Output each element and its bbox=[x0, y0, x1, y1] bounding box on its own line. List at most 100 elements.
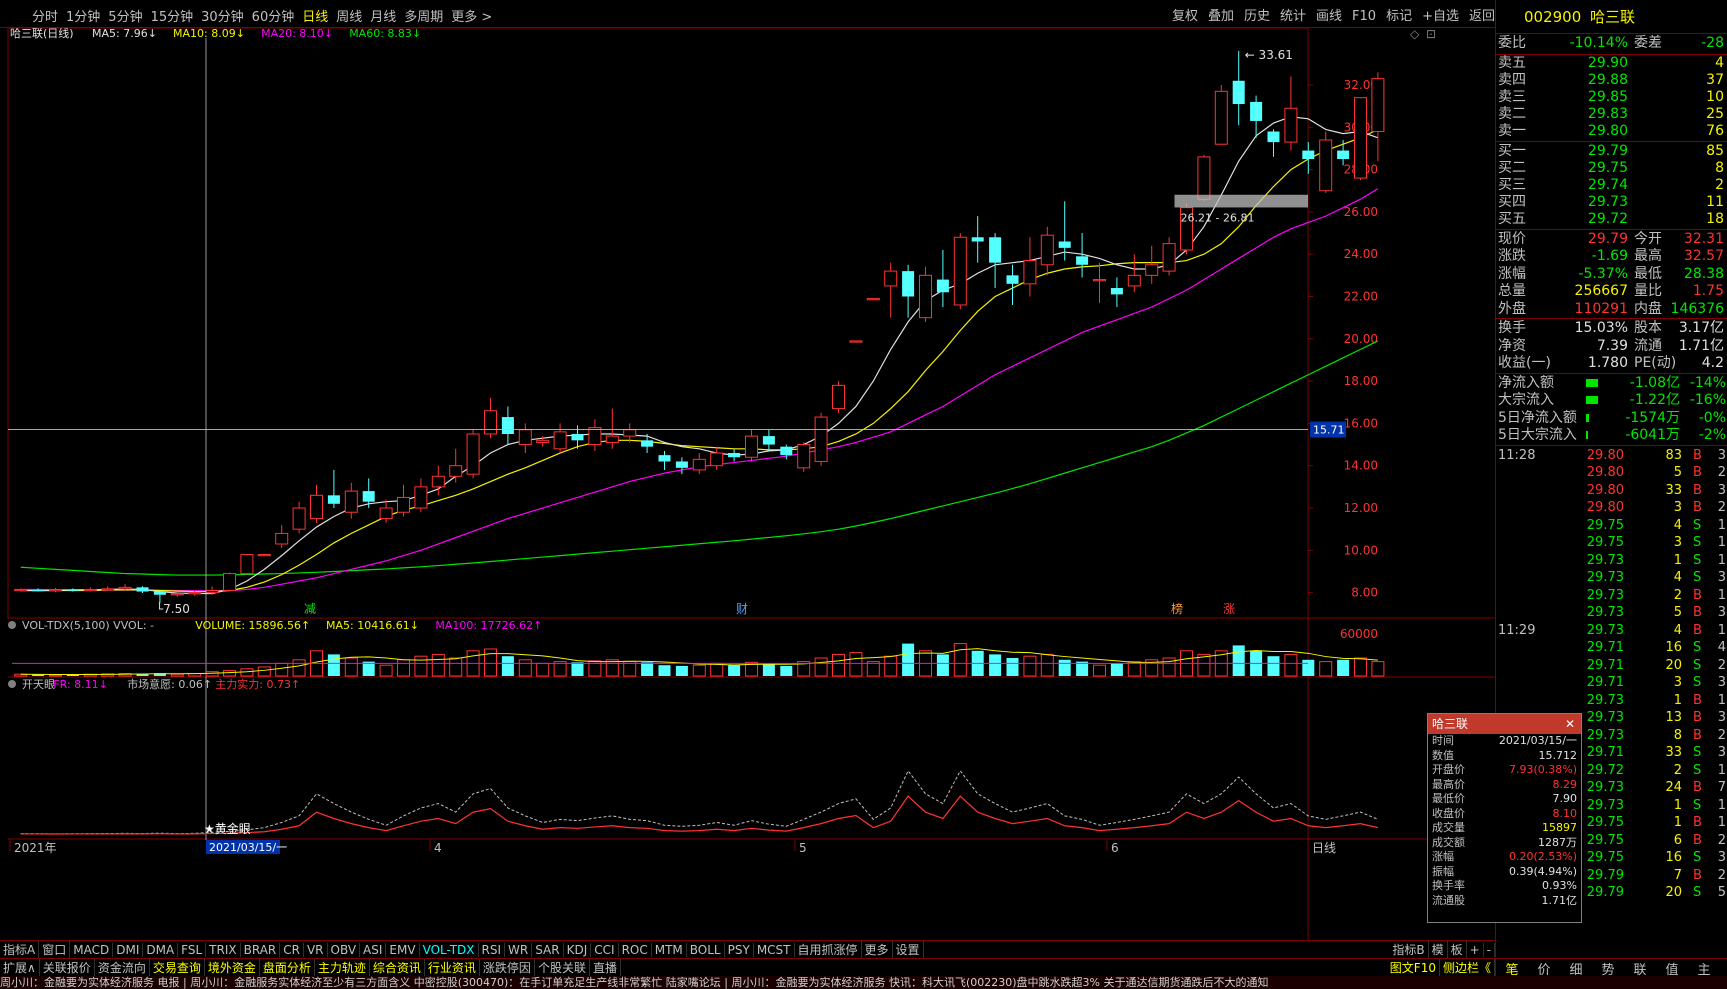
candle[interactable] bbox=[344, 482, 358, 519]
candle[interactable] bbox=[1127, 254, 1141, 293]
timeframe-tab[interactable]: 60分钟 bbox=[252, 6, 295, 25]
tool-button[interactable]: +自选 bbox=[1422, 9, 1459, 24]
candle[interactable] bbox=[1284, 76, 1298, 151]
candle[interactable] bbox=[83, 587, 97, 592]
candle[interactable] bbox=[902, 264, 915, 318]
right-tab[interactable]: 值 bbox=[1656, 959, 1688, 978]
indicator-tab[interactable]: KDJ bbox=[564, 943, 592, 957]
indicator-tab[interactable]: ASI bbox=[360, 943, 387, 957]
candle[interactable] bbox=[1006, 264, 1019, 305]
indicator-tab[interactable]: WR bbox=[505, 943, 533, 957]
timeframe-tab[interactable]: 15分钟 bbox=[151, 6, 194, 25]
timeframe-tab[interactable]: 1分钟 bbox=[66, 6, 100, 25]
candle[interactable] bbox=[953, 233, 967, 310]
candle[interactable] bbox=[1302, 142, 1315, 174]
candle[interactable] bbox=[484, 398, 497, 439]
candle[interactable] bbox=[919, 266, 932, 322]
candle[interactable] bbox=[101, 586, 115, 591]
sell-level[interactable]: 卖二 29.83 25 bbox=[1496, 105, 1727, 124]
candle[interactable] bbox=[501, 406, 514, 445]
indicator-tab[interactable]: CCI bbox=[591, 943, 619, 957]
panel-settings-icon[interactable] bbox=[8, 680, 16, 688]
buy-level[interactable]: 买二 29.75 8 bbox=[1496, 159, 1727, 178]
candle[interactable] bbox=[240, 554, 254, 575]
candle[interactable] bbox=[1214, 84, 1228, 145]
timeframe-tab[interactable]: 5分钟 bbox=[108, 6, 142, 25]
candle[interactable] bbox=[675, 457, 688, 475]
sell-level[interactable]: 卖三 29.85 10 bbox=[1496, 88, 1727, 107]
event-marker[interactable]: 榜 bbox=[1171, 601, 1183, 616]
timeframe-tab[interactable]: 更多 > bbox=[451, 6, 492, 25]
indicator-tab[interactable]: DMI bbox=[113, 943, 144, 957]
bottom-tab[interactable]: 涨跌停因 bbox=[480, 959, 535, 976]
candle[interactable] bbox=[1093, 262, 1106, 303]
tool-button[interactable]: F10 bbox=[1352, 9, 1376, 24]
tool-button[interactable]: 叠加 bbox=[1208, 9, 1234, 24]
right-tab[interactable]: 价 bbox=[1528, 959, 1560, 978]
bottom-tab[interactable]: 综合资讯 bbox=[370, 959, 425, 976]
candle[interactable] bbox=[1058, 201, 1071, 261]
indicator-tab[interactable]: BOLL bbox=[687, 943, 725, 957]
candle[interactable] bbox=[728, 448, 741, 462]
candle[interactable] bbox=[1023, 237, 1037, 297]
event-marker[interactable]: 财 bbox=[736, 602, 748, 616]
candle[interactable] bbox=[118, 584, 132, 591]
kline-chart[interactable]: 32.0030.0028.0026.0024.0022.0020.0018.00… bbox=[0, 28, 1495, 940]
timeframe-tab[interactable]: 日线 bbox=[302, 6, 328, 25]
bottom-tab[interactable]: 交易查询 bbox=[150, 959, 205, 976]
tool-button[interactable]: 画线 bbox=[1316, 9, 1342, 24]
bottom-tab[interactable]: 主力轨迹 bbox=[315, 959, 370, 976]
candle[interactable] bbox=[1319, 131, 1333, 193]
candle[interactable] bbox=[866, 298, 880, 301]
indicator-tab[interactable]: MACD bbox=[70, 943, 114, 957]
indicator-tab[interactable]: EMV bbox=[386, 943, 420, 957]
info-popup[interactable]: 哈三联 ✕ 时间 2021/03/15/一 数值 15.712 开盘价 7.93(0.38… bbox=[1427, 713, 1582, 923]
indicator-tab[interactable]: MCST bbox=[754, 943, 795, 957]
candle[interactable] bbox=[136, 586, 149, 594]
tool-button[interactable]: 标记 bbox=[1386, 9, 1412, 24]
indicator-tab[interactable]: 设置 bbox=[893, 941, 924, 958]
candle[interactable] bbox=[49, 587, 62, 593]
candle[interactable] bbox=[1145, 245, 1159, 284]
indicator-tab[interactable]: VR bbox=[304, 943, 328, 957]
candle[interactable] bbox=[692, 453, 706, 475]
mini-tab[interactable]: - bbox=[1484, 943, 1495, 957]
candle[interactable] bbox=[414, 478, 428, 513]
candle[interactable] bbox=[310, 484, 323, 523]
candle[interactable] bbox=[1337, 139, 1350, 166]
f10-tab[interactable]: 图文F10 bbox=[1387, 959, 1440, 976]
indicator-tab[interactable]: RSI bbox=[479, 943, 506, 957]
event-marker[interactable]: 涨 bbox=[1223, 601, 1235, 616]
candle[interactable] bbox=[397, 484, 410, 517]
sell-level[interactable]: 卖四 29.88 37 bbox=[1496, 71, 1727, 90]
candle[interactable] bbox=[989, 233, 1002, 289]
close-icon[interactable]: ✕ bbox=[1565, 714, 1575, 734]
candle[interactable] bbox=[849, 340, 863, 343]
buy-level[interactable]: 买一 29.79 85 bbox=[1496, 142, 1727, 161]
candle[interactable] bbox=[1162, 237, 1176, 276]
right-tab[interactable]: 联 bbox=[1624, 959, 1656, 978]
candle[interactable] bbox=[1110, 277, 1123, 308]
bottom-tab[interactable]: 境外资金 bbox=[205, 959, 260, 976]
bottom-tab[interactable]: 资金流向 bbox=[95, 959, 150, 976]
timeframe-tab[interactable]: 多周期 bbox=[404, 6, 443, 25]
bottom-tab[interactable]: 盘面分析 bbox=[260, 959, 315, 976]
candle[interactable] bbox=[1354, 97, 1367, 181]
right-tab[interactable]: 主 bbox=[1688, 959, 1720, 978]
tool-button[interactable]: 返回 bbox=[1469, 9, 1495, 24]
right-tab[interactable]: 势 bbox=[1592, 959, 1624, 978]
timeframe-tab[interactable]: 分时 bbox=[32, 6, 58, 25]
candle[interactable] bbox=[641, 433, 654, 454]
candle[interactable] bbox=[379, 499, 393, 523]
bottom-tab[interactable]: 关联报价 bbox=[40, 959, 95, 976]
sell-level[interactable]: 卖五 29.90 4 bbox=[1496, 54, 1727, 73]
tool-button[interactable]: 复权 bbox=[1172, 9, 1198, 24]
candle[interactable] bbox=[588, 419, 602, 451]
bottom-tab[interactable]: 个股关联 bbox=[535, 959, 590, 976]
candle[interactable] bbox=[605, 408, 619, 449]
candle[interactable] bbox=[257, 554, 271, 557]
bottom-tab[interactable]: 直播 bbox=[590, 959, 621, 976]
timeframe-tab[interactable]: 30分钟 bbox=[201, 6, 244, 25]
mini-tab[interactable]: + bbox=[1467, 943, 1484, 957]
buy-level[interactable]: 买四 29.73 11 bbox=[1496, 193, 1727, 212]
